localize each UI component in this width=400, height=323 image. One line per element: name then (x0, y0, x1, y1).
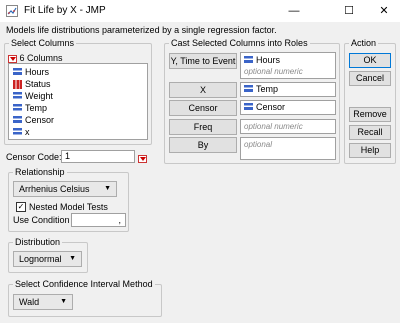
role-by-button[interactable]: By (169, 137, 237, 153)
cast-roles-legend: Cast Selected Columns into Roles (171, 38, 308, 48)
continuous-icon (13, 68, 22, 78)
role-y-list[interactable]: Hours optional numeric (240, 52, 336, 79)
continuous-icon (244, 56, 253, 66)
role-y-value: Hours (244, 55, 280, 66)
confidence-method-legend: Select Confidence Interval Method (15, 279, 153, 289)
confidence-method-dropdown[interactable]: Wald ▼ (13, 294, 73, 310)
role-x-value: Temp (244, 84, 278, 95)
role-freq-list[interactable]: optional numeric (240, 119, 336, 134)
role-freq-placeholder: optional numeric (244, 122, 303, 131)
nominal-icon (13, 80, 22, 90)
close-button[interactable]: ✕ (369, 0, 399, 22)
jmp-app-icon (6, 5, 18, 17)
role-freq-button[interactable]: Freq (169, 119, 237, 135)
continuous-icon (13, 104, 22, 114)
distribution-selected: Lognormal (19, 254, 62, 264)
column-item[interactable]: Status (13, 78, 51, 90)
relationship-legend: Relationship (15, 167, 65, 177)
distribution-dropdown[interactable]: Lognormal ▼ (13, 251, 82, 267)
minimize-button[interactable]: — (279, 0, 309, 22)
continuous-icon (13, 128, 22, 138)
role-x-list[interactable]: Temp (240, 82, 336, 97)
action-legend: Action (351, 38, 377, 48)
role-x-button[interactable]: X (169, 82, 237, 98)
censor-code-field[interactable]: 1 (61, 150, 135, 163)
column-item[interactable]: Censor (13, 114, 54, 126)
maximize-button[interactable]: ☐ (334, 0, 364, 22)
continuous-icon (13, 116, 22, 126)
censor-code-menu-icon[interactable] (138, 154, 147, 163)
columns-count: 6 Columns (19, 53, 63, 63)
recall-button[interactable]: Recall (349, 125, 391, 140)
column-item[interactable]: x (13, 126, 30, 138)
confidence-method-selected: Wald (19, 297, 40, 307)
column-item[interactable]: Hours (13, 66, 49, 78)
role-y-button[interactable]: Y, Time to Event (169, 53, 237, 69)
role-by-list[interactable]: optional (240, 137, 336, 160)
distribution-legend: Distribution (15, 237, 61, 247)
chevron-down-icon: ▼ (60, 298, 67, 305)
role-censor-button[interactable]: Censor (169, 100, 237, 116)
nested-model-label: Nested Model Tests (29, 202, 108, 212)
columns-menu-icon[interactable] (8, 54, 17, 63)
window-title: Fit Life by X - JMP (24, 5, 106, 16)
dialog-description: Models life distributions parameterized … (6, 25, 277, 35)
column-item[interactable]: Temp (13, 102, 47, 114)
role-by-placeholder: optional (244, 140, 273, 149)
column-item[interactable]: Weight (13, 90, 53, 102)
help-button[interactable]: Help (349, 143, 391, 158)
continuous-icon (13, 92, 22, 102)
continuous-icon (244, 85, 253, 95)
continuous-icon (244, 103, 253, 113)
censor-code-label: Censor Code: (6, 152, 62, 162)
cancel-button[interactable]: Cancel (349, 71, 391, 86)
relationship-selected: Arrhenius Celsius (19, 184, 90, 194)
role-y-placeholder: optional numeric (244, 67, 303, 76)
ok-button[interactable]: OK (349, 53, 391, 68)
nested-model-checkbox[interactable]: ✓ (16, 202, 26, 212)
chevron-down-icon: ▼ (69, 255, 76, 262)
role-censor-value: Censor (244, 102, 285, 113)
role-censor-list[interactable]: Censor (240, 100, 336, 115)
relationship-dropdown[interactable]: Arrhenius Celsius ▼ (13, 181, 117, 197)
use-condition-field[interactable]: , (71, 213, 126, 227)
select-columns-legend: Select Columns (11, 38, 75, 48)
chevron-down-icon: ▼ (104, 185, 111, 192)
remove-button[interactable]: Remove (349, 107, 391, 122)
columns-list[interactable]: Hours Status Weight Temp Censor x (8, 63, 148, 140)
use-condition-label: Use Condition (13, 215, 70, 225)
